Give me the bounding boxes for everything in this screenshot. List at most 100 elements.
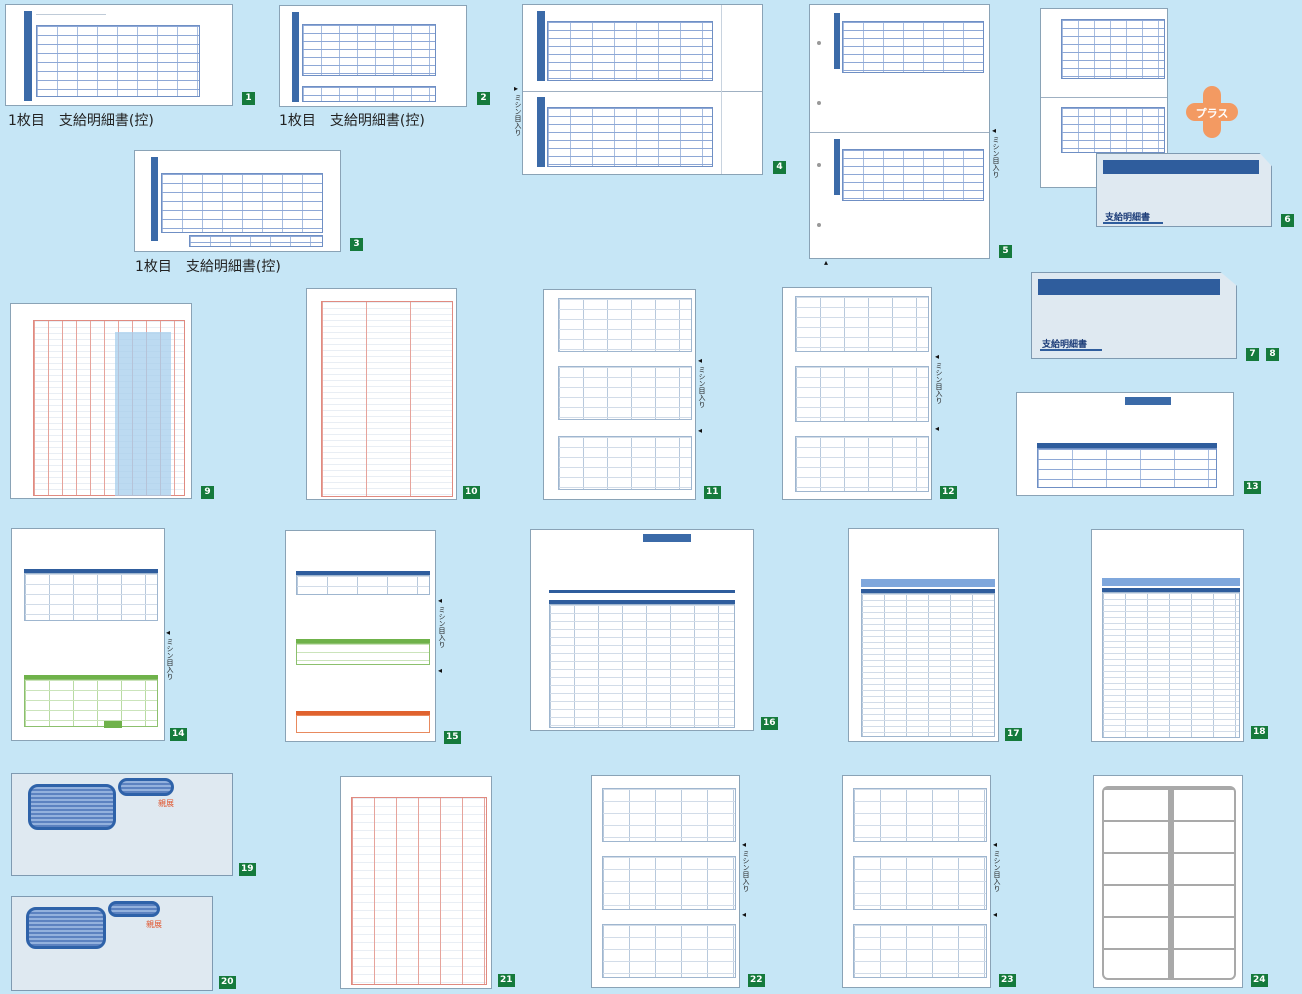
stamp-label: 親展 [146,920,162,929]
form-table [296,575,430,595]
perforation-arrow-icon: ◂ [698,426,703,435]
form-table [24,573,158,621]
perforation-label: ミシン目入り [992,136,1000,178]
item-number-badge: 7 [1246,348,1259,361]
item-number-badge: 16 [761,717,778,730]
envelope-20: 親展 [11,896,213,991]
form-table [1061,19,1165,79]
form-header-bar [292,12,299,102]
form-caption: 1枚目 支給明細書(控) [135,259,281,275]
perforation-label: ミシン目入り [166,638,174,680]
item-number-badge: 20 [219,976,236,989]
stamp-label: 親展 [158,799,174,808]
item-number-badge: 4 [773,161,786,174]
item-number-badge: 19 [239,863,256,876]
item-number-badge: 10 [463,486,480,499]
form-item-24[interactable] [1093,775,1243,988]
item-number-badge: 5 [999,245,1012,258]
form-table [861,593,995,737]
form-item-18[interactable] [1091,529,1244,742]
form-table [547,107,713,167]
form-table [853,924,987,978]
form-item-14[interactable] [11,528,165,741]
perforation-arrow-icon: ◂ [993,910,998,919]
form-table [853,856,987,910]
item-number-badge: 11 [704,486,721,499]
perforation-arrow-icon: ◂ [742,840,747,849]
perforation-arrow-icon: ◂ [993,840,998,849]
form-table [547,21,713,81]
item-number-badge: 12 [940,486,957,499]
form-table [842,149,984,201]
form-item-15[interactable] [285,530,436,742]
form-table [795,436,929,492]
envelope-19: 親展 [11,773,233,876]
form-table [558,298,692,352]
form-header-bar [24,11,32,101]
perforation-arrow-icon: ◂ [438,596,443,605]
form-table [602,788,736,842]
form-table [558,436,692,490]
form-item-23[interactable] [842,775,991,988]
form-table [853,788,987,842]
perforation-label: ミシン目入り [514,94,522,136]
item-number-badge: 8 [1266,348,1279,361]
form-table [36,25,200,97]
form-item-10[interactable] [306,288,457,500]
item-number-badge: 14 [170,728,187,741]
form-table [302,24,436,76]
form-item-9[interactable] [10,303,192,499]
perforation-arrow-icon: ◂ [992,126,997,135]
form-item-21[interactable] [340,776,492,989]
plus-badge: プラス [1186,86,1238,138]
form-header-bar [834,139,840,195]
form-item-16[interactable] [530,529,754,731]
form-table [1102,592,1240,738]
envelope-7-8: 支給明細書 [1031,272,1237,359]
perforation-arrow-icon: ◂ [935,352,940,361]
item-number-badge: 6 [1281,214,1294,227]
form-table [549,604,735,728]
perforation-label: ミシン目入り [935,362,943,404]
form-table [842,21,984,73]
item-number-badge: 18 [1251,726,1268,739]
form-table [795,296,929,352]
item-number-badge: 21 [498,974,515,987]
item-number-badge: 22 [748,974,765,987]
envelope-6: 支給明細書 [1096,153,1272,227]
form-table [602,924,736,978]
form-item-4[interactable] [522,4,763,175]
form-item-11[interactable] [543,289,696,500]
form-item-1[interactable] [5,4,233,106]
form-caption: 1枚目 支給明細書(控) [279,113,425,129]
form-table [189,235,323,247]
form-item-13[interactable] [1016,392,1234,496]
perforation-arrow-icon: ◂ [698,356,703,365]
form-item-12[interactable] [782,287,932,500]
form-item-3[interactable] [134,150,341,252]
form-item-5[interactable] [809,4,990,259]
item-number-badge: 9 [201,486,214,499]
form-item-2[interactable] [279,5,467,107]
form-item-22[interactable] [591,775,740,988]
form-header-bar [834,13,840,69]
perforation-arrow-icon: ◂ [438,666,443,675]
perforation-label: ミシン目入り [993,850,1001,892]
form-table [351,797,487,985]
form-table [795,366,929,422]
form-table [302,86,436,102]
perforation-label: ミシン目入り [742,850,750,892]
form-header-bar [151,157,158,241]
perforation-arrow-icon: ▸ [514,84,519,93]
form-table [24,679,158,727]
item-number-badge: 2 [477,92,490,105]
item-number-badge: 1 [242,92,255,105]
item-number-badge: 3 [350,238,363,251]
perforation-arrow-icon: ◂ [166,628,171,637]
perforation-arrow-icon: ◂ [935,424,940,433]
form-header-bar [537,97,545,167]
plus-label: プラス [1195,107,1229,120]
perforation-label: ミシン目入り [438,606,446,648]
form-caption: 1枚目 支給明細書(控) [8,113,154,129]
form-item-17[interactable] [848,528,999,742]
